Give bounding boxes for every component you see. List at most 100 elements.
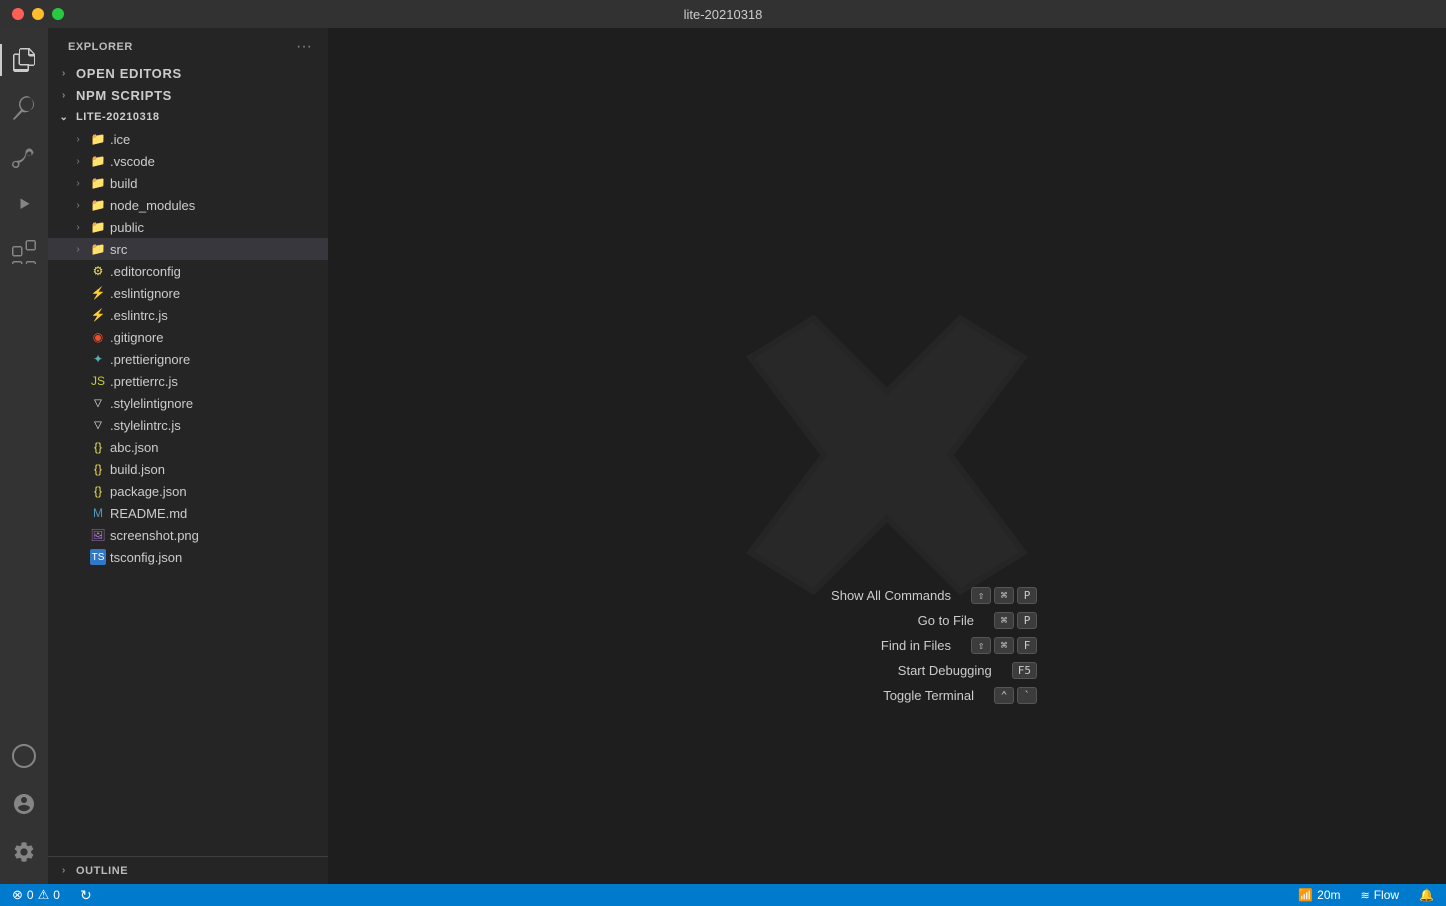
toggle-terminal-keys: ⌃ ` (994, 687, 1037, 704)
editor-area: Show All Commands ⇧ ⌘ P Go to File ⌘ P F… (328, 28, 1446, 884)
file-stylelintrc[interactable]: › ▽ .stylelintrc.js (48, 414, 328, 436)
toggle-terminal-row: Toggle Terminal ⌃ ` (737, 687, 1037, 704)
file-tsconfig[interactable]: › TS tsconfig.json (48, 546, 328, 568)
maximize-button[interactable] (52, 8, 64, 20)
sidebar-more-button[interactable]: ··· (292, 36, 316, 58)
file-tree-root-section: ⌄ LITE-20210318 (48, 106, 328, 128)
go-to-file-keys: ⌘ P (994, 612, 1037, 629)
folder-src[interactable]: › 📁 src (48, 238, 328, 260)
abc-json-label: abc.json (110, 440, 328, 455)
folder-vscode[interactable]: › 📁 .vscode (48, 150, 328, 172)
root-arrow: ⌄ (56, 109, 72, 125)
file-build-json[interactable]: › {} build.json (48, 458, 328, 480)
warning-count: 0 (53, 888, 60, 902)
folder-public[interactable]: › 📁 public (48, 216, 328, 238)
start-debugging-row: Start Debugging F5 (737, 662, 1037, 679)
open-editors-label: OPEN EDITORS (76, 66, 320, 81)
gitignore-label: .gitignore (110, 330, 328, 345)
vscode-arrow: › (70, 153, 86, 169)
file-gitignore[interactable]: › ◉ .gitignore (48, 326, 328, 348)
file-prettierignore[interactable]: › ✦ .prettierignore (48, 348, 328, 370)
remote-status[interactable]: 📶 20m (1294, 884, 1344, 906)
sync-icon: ↻ (80, 887, 92, 904)
package-json-icon: {} (90, 483, 106, 499)
notifications-status[interactable]: 🔔 (1415, 884, 1438, 906)
warning-icon: ⚠ (38, 887, 50, 903)
settings-activity-icon[interactable] (0, 828, 48, 876)
readme-icon: M (90, 505, 106, 521)
ice-arrow: › (70, 131, 86, 147)
file-prettierrc[interactable]: › JS .prettierrc.js (48, 370, 328, 392)
error-count: 0 (27, 888, 34, 902)
readme-label: README.md (110, 506, 328, 521)
remote-activity-icon[interactable] (0, 732, 48, 780)
file-stylelintignore[interactable]: › ▽ .stylelintignore (48, 392, 328, 414)
outline-label: OUTLINE (76, 865, 128, 877)
key-shift-2: ⇧ (971, 637, 991, 654)
explorer-activity-icon[interactable] (0, 36, 48, 84)
key-cmd-3: ⌘ (994, 637, 1014, 654)
prettierrc-icon: JS (90, 373, 106, 389)
src-arrow: › (70, 241, 86, 257)
build-arrow: › (70, 175, 86, 191)
tsconfig-icon: TS (90, 549, 106, 565)
node-modules-label: node_modules (110, 198, 328, 213)
find-in-files-keys: ⇧ ⌘ F (971, 637, 1037, 654)
vscode-folder-icon: 📁 (90, 153, 106, 169)
key-backtick: ` (1017, 687, 1037, 704)
traffic-lights (12, 8, 64, 20)
ice-label: .ice (110, 132, 328, 147)
source-control-activity-icon[interactable] (0, 132, 48, 180)
editorconfig-label: .editorconfig (110, 264, 328, 279)
find-in-files-row: Find in Files ⇧ ⌘ F (737, 637, 1037, 654)
root-folder-header[interactable]: ⌄ LITE-20210318 (48, 106, 328, 128)
src-folder-icon: 📁 (90, 241, 106, 257)
close-button[interactable] (12, 8, 24, 20)
minimize-button[interactable] (32, 8, 44, 20)
start-debugging-label: Start Debugging (737, 663, 992, 678)
build-label: build (110, 176, 328, 191)
node-modules-icon: 📁 (90, 197, 106, 213)
outline-section: › OUTLINE (48, 856, 328, 884)
statusbar: ⊗ 0 ⚠ 0 ↻ 📶 20m ≋ Flow 🔔 (0, 884, 1446, 906)
build-folder-icon: 📁 (90, 175, 106, 191)
statusbar-right: 📶 20m ≋ Flow 🔔 (1294, 884, 1438, 906)
file-editorconfig[interactable]: › ⚙ .editorconfig (48, 260, 328, 282)
titlebar: lite-20210318 (0, 0, 1446, 28)
folder-build[interactable]: › 📁 build (48, 172, 328, 194)
run-activity-icon[interactable] (0, 180, 48, 228)
ice-folder-icon: 📁 (90, 131, 106, 147)
sync-status[interactable]: ↻ (76, 884, 96, 906)
wifi-icon: 📶 (1298, 888, 1313, 902)
editorconfig-icon: ⚙ (90, 263, 106, 279)
account-activity-icon[interactable] (0, 780, 48, 828)
open-editors-header[interactable]: › OPEN EDITORS (48, 62, 328, 84)
folder-ice[interactable]: › 📁 .ice (48, 128, 328, 150)
package-json-label: package.json (110, 484, 328, 499)
root-label: LITE-20210318 (76, 111, 320, 123)
file-eslintrc[interactable]: › ⚡ .eslintrc.js (48, 304, 328, 326)
file-readme[interactable]: › M README.md (48, 502, 328, 524)
folder-node-modules[interactable]: › 📁 node_modules (48, 194, 328, 216)
extensions-activity-icon[interactable] (0, 228, 48, 276)
prettierrc-label: .prettierrc.js (110, 374, 328, 389)
npm-scripts-arrow: › (56, 87, 72, 103)
statusbar-left: ⊗ 0 ⚠ 0 ↻ (8, 884, 96, 906)
sidebar-title: Explorer (68, 41, 133, 53)
flow-status[interactable]: ≋ Flow (1356, 884, 1403, 906)
errors-status[interactable]: ⊗ 0 ⚠ 0 (8, 884, 64, 906)
public-label: public (110, 220, 328, 235)
abc-json-icon: {} (90, 439, 106, 455)
search-activity-icon[interactable] (0, 84, 48, 132)
file-screenshot[interactable]: › 🖼 screenshot.png (48, 524, 328, 546)
screenshot-icon: 🖼 (90, 527, 106, 543)
sidebar-header: Explorer ··· (48, 28, 328, 62)
key-cmd-2: ⌘ (994, 612, 1014, 629)
file-eslintignore[interactable]: › ⚡ .eslintignore (48, 282, 328, 304)
file-abc-json[interactable]: › {} abc.json (48, 436, 328, 458)
file-package-json[interactable]: › {} package.json (48, 480, 328, 502)
outline-header[interactable]: › OUTLINE (48, 857, 328, 884)
public-folder-icon: 📁 (90, 219, 106, 235)
build-json-icon: {} (90, 461, 106, 477)
npm-scripts-header[interactable]: › NPM SCRIPTS (48, 84, 328, 106)
